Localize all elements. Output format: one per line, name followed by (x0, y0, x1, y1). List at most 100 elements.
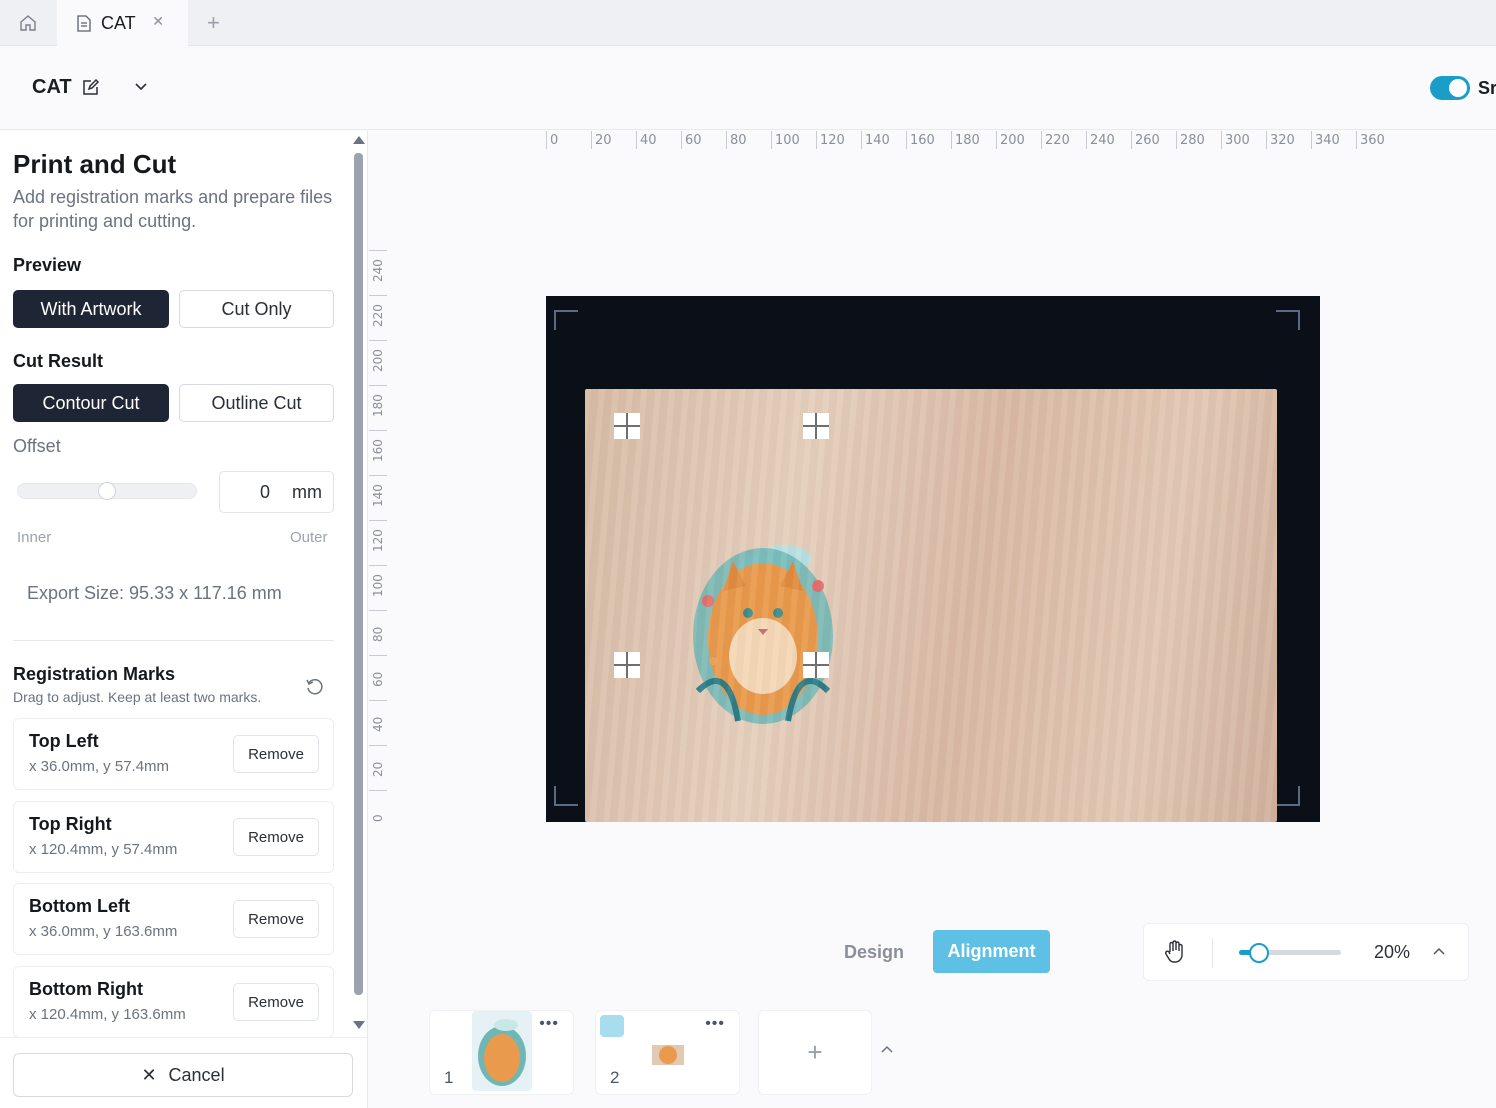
remove-button[interactable]: Remove (233, 735, 319, 773)
zoom-slider-handle[interactable] (1249, 943, 1269, 963)
close-icon[interactable]: ✕ (152, 13, 164, 30)
panel-description: Add registration marks and prepare files… (13, 187, 333, 231)
more-icon[interactable]: ••• (539, 1015, 559, 1033)
project-header: CAT Sr (0, 46, 1496, 130)
frame-corner-bottom-left (554, 786, 578, 806)
ruler-tick (681, 131, 682, 149)
ruler-label: 200 (371, 349, 385, 372)
frame-corner-top-left (554, 310, 578, 330)
print-and-cut-panel: Print and Cut Add registration marks and… (0, 131, 368, 1108)
chevron-down-icon[interactable] (134, 82, 148, 92)
reset-icon[interactable] (305, 677, 325, 697)
page-number: 2 (610, 1068, 620, 1087)
mark-name: Bottom Right (29, 979, 143, 999)
with-artwork-button[interactable]: With Artwork (13, 290, 169, 328)
page-preview (472, 1011, 532, 1091)
ruler-tick (369, 565, 387, 566)
offset-unit: mm (292, 482, 322, 502)
registration-mark-bottom-right[interactable] (803, 652, 829, 678)
chevron-up-icon[interactable] (1432, 946, 1446, 956)
hand-icon[interactable] (1164, 940, 1186, 964)
page-preview (652, 1041, 684, 1069)
ruler-tick (369, 430, 387, 431)
registration-mark-bottom-left[interactable] (614, 652, 640, 678)
ruler-tick (369, 745, 387, 746)
registration-mark-top-right[interactable] (803, 413, 829, 439)
page-thumbnail-1[interactable]: 1 ••• (429, 1010, 574, 1095)
offset-slider-handle[interactable] (98, 482, 116, 500)
remove-button[interactable]: Remove (233, 900, 319, 938)
ruler-tick (726, 131, 727, 149)
page-badge-icon (600, 1015, 624, 1037)
ruler-label: 80 (371, 626, 385, 642)
tab-bar: CAT ✕ + (0, 0, 1496, 46)
frame-corner-bottom-right (1276, 786, 1300, 806)
ruler-label: 220 (1045, 133, 1070, 148)
zoom-separator (1212, 938, 1213, 968)
ruler-label: 300 (1225, 133, 1250, 148)
ruler-tick (636, 131, 637, 149)
outer-label: Outer (290, 529, 328, 546)
remove-button[interactable]: Remove (233, 818, 319, 856)
home-tab[interactable] (0, 0, 56, 46)
tab-cat[interactable]: CAT ✕ (57, 0, 188, 46)
more-icon[interactable]: ••• (705, 1015, 725, 1033)
ruler-label: 180 (371, 394, 385, 417)
toggle-knob (1449, 79, 1467, 97)
ruler-label: 180 (955, 133, 980, 148)
ruler-label: 240 (1090, 133, 1115, 148)
page-thumbnail-2[interactable]: 2 ••• (595, 1010, 740, 1095)
mark-card-top-left: Top Left x 36.0mm, y 57.4mm Remove (13, 718, 334, 790)
ruler-tick (369, 700, 387, 701)
cut-only-button[interactable]: Cut Only (179, 290, 334, 328)
ruler-tick (1311, 131, 1312, 149)
ruler-tick (816, 131, 817, 149)
offset-value: 0 (259, 482, 270, 502)
ruler-tick (369, 610, 387, 611)
chevron-up-icon[interactable] (880, 1044, 894, 1054)
left-ruler: 240 220 200 180 160 140 120 100 80 60 40 20 0 (369, 250, 391, 830)
home-icon (20, 15, 36, 31)
design-mode-button[interactable]: Design (836, 931, 912, 973)
offset-input[interactable]: 0 mm (219, 471, 334, 513)
ruler-label: 100 (371, 574, 385, 597)
tab-label: CAT (101, 12, 136, 33)
remove-button[interactable]: Remove (233, 983, 319, 1021)
ruler-label: 220 (371, 304, 385, 327)
ruler-label: 20 (595, 133, 612, 148)
alignment-canvas[interactable] (546, 296, 1320, 822)
offset-label: Offset (13, 436, 61, 456)
page-artwork-thumb (652, 1045, 684, 1065)
ruler-tick (369, 475, 387, 476)
registration-mark-top-left[interactable] (614, 413, 640, 439)
cat-artwork[interactable] (688, 541, 838, 731)
add-page-button[interactable]: + (758, 1010, 872, 1095)
ruler-tick (369, 655, 387, 656)
ruler-tick (951, 131, 952, 149)
add-tab-icon[interactable]: + (207, 10, 220, 36)
ruler-tick (861, 131, 862, 149)
alignment-mode-button[interactable]: Alignment (933, 930, 1050, 973)
scroll-down-arrow[interactable] (353, 1021, 365, 1029)
ruler-tick (1041, 131, 1042, 149)
outline-cut-button[interactable]: Outline Cut (179, 384, 334, 422)
mark-card-bottom-left: Bottom Left x 36.0mm, y 163.6mm Remove (13, 883, 334, 955)
panel-scrollbar[interactable] (354, 153, 363, 995)
contour-cut-button[interactable]: Contour Cut (13, 384, 169, 422)
ruler-tick (1356, 131, 1357, 149)
zoom-control: 20% (1143, 923, 1469, 981)
edit-icon[interactable] (82, 78, 100, 96)
cancel-button[interactable]: ✕ Cancel (13, 1053, 353, 1097)
ruler-label: 320 (1270, 133, 1295, 148)
mark-card-top-right: Top Right x 120.4mm, y 57.4mm Remove (13, 801, 334, 873)
panel-title: Print and Cut (13, 149, 177, 179)
zoom-value: 20% (1374, 942, 1411, 962)
toggle-switch[interactable] (1430, 76, 1470, 100)
ruler-label: 0 (371, 814, 385, 822)
scroll-up-arrow[interactable] (353, 136, 365, 144)
ruler-tick (369, 340, 387, 341)
preview-label: Preview (13, 255, 82, 275)
ruler-tick (369, 385, 387, 386)
ruler-tick (1176, 131, 1177, 149)
mark-name: Bottom Left (29, 896, 130, 916)
